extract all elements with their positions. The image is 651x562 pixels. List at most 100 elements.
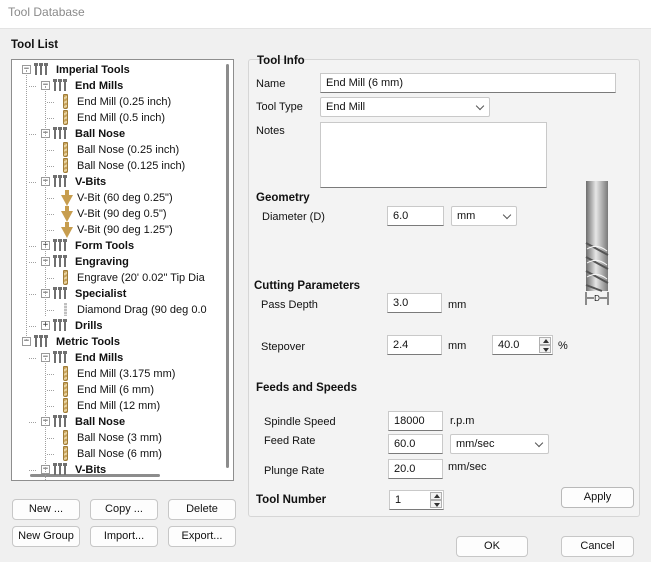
spindle-speed-label: Spindle Speed — [264, 416, 336, 428]
tree-guide-line — [45, 86, 46, 316]
tree-group[interactable]: − Ball Nose — [12, 126, 217, 142]
tree-tool-item[interactable]: Ball Nose (0.25 inch) — [12, 142, 217, 158]
tree-tool-item[interactable]: Engrave (20' 0.02" Tip Dia — [12, 270, 217, 286]
tree-connector — [47, 102, 54, 103]
apply-button[interactable]: Apply — [561, 487, 634, 508]
tree-item-label: V-Bit (60 deg 0.25") — [77, 192, 173, 204]
tree-tool-item[interactable]: V-Bit (90 deg 1.25") — [12, 222, 217, 238]
tree-tool-item[interactable]: End Mill (12 mm) — [12, 398, 217, 414]
tree-group[interactable]: − V-Bits — [12, 462, 217, 478]
expand-icon[interactable]: + — [41, 321, 50, 330]
tool-group-icon — [53, 175, 70, 189]
tree-item-label: Imperial Tools — [56, 64, 130, 76]
tool-number-input[interactable]: 1 — [389, 490, 444, 510]
tree-group[interactable]: + Drills — [12, 318, 217, 334]
tree-connector — [47, 374, 54, 375]
dialog-client: Tool List − Imperial Tools − End Mills End M… — [0, 28, 651, 562]
tree-tool-item[interactable]: Ball Nose (6 mm) — [12, 446, 217, 462]
new-group-button[interactable]: New Group — [12, 526, 80, 547]
ball-nose-icon — [63, 158, 68, 173]
copy-tool-button[interactable]: Copy ... — [90, 499, 158, 520]
spindle-speed-input[interactable]: 18000 — [388, 411, 443, 431]
tree-item-label: V-Bits — [75, 176, 107, 188]
plunge-rate-input[interactable]: 20.0 — [388, 459, 443, 479]
tree-group[interactable]: − V-Bits — [12, 174, 217, 190]
spindle-speed-unit: r.p.m — [450, 415, 475, 427]
end-mill-icon — [63, 382, 68, 397]
spin-up-icon[interactable] — [430, 492, 442, 500]
tool-name-input[interactable]: End Mill (6 mm) — [320, 73, 616, 93]
spin-down-icon[interactable] — [539, 345, 551, 353]
chevron-down-icon — [534, 438, 544, 448]
tool-tree[interactable]: − Imperial Tools − End Mills End Mill (0.25 … — [11, 59, 234, 481]
tree-tool-item[interactable]: V-Bit (60 deg 0.25") — [12, 190, 217, 206]
tree-group[interactable]: − End Mills — [12, 78, 217, 94]
tool-type-select[interactable]: End Mill — [320, 97, 490, 117]
tree-item-label: End Mills — [75, 352, 124, 364]
tree-connector — [29, 422, 36, 423]
tree-group[interactable]: − Imperial Tools — [12, 62, 217, 78]
diameter-units-select[interactable]: mm — [451, 206, 517, 226]
tree-item-label: V-Bit (90 deg 0.5") — [77, 208, 167, 220]
end-mill-icon — [63, 94, 68, 109]
tree-tool-item[interactable]: Ball Nose (0.125 inch) — [12, 158, 217, 174]
ok-button[interactable]: OK — [456, 536, 528, 557]
stepover-input[interactable]: 2.4 — [387, 335, 442, 355]
feed-rate-input[interactable]: 60.0 — [388, 434, 443, 454]
cancel-button[interactable]: Cancel — [561, 536, 634, 557]
tree-connector — [47, 118, 54, 119]
import-button[interactable]: Import... — [90, 526, 158, 547]
chevron-down-icon — [475, 101, 485, 111]
tree-tool-item[interactable]: V-Bit (90 deg 0.5") — [12, 206, 217, 222]
tree-tool-item[interactable]: End Mill (0.25 inch) — [12, 94, 217, 110]
tree-connector — [29, 470, 36, 471]
export-button[interactable]: Export... — [168, 526, 236, 547]
stepover-percent-input[interactable]: 40.0 — [492, 335, 553, 355]
tree-group[interactable]: − Metric Tools — [12, 334, 217, 350]
tree-guide-line — [26, 70, 27, 340]
tree-connector — [47, 230, 54, 231]
tree-group[interactable]: − End Mills — [12, 350, 217, 366]
tree-vertical-scrollbar[interactable] — [226, 64, 229, 468]
tool-number-label: Tool Number — [256, 494, 327, 506]
vbit-icon — [61, 206, 73, 222]
tree-group[interactable]: − Engraving — [12, 254, 217, 270]
vbit-icon — [61, 222, 73, 238]
tree-tool-item[interactable]: Ball Nose (3 mm) — [12, 430, 217, 446]
stepover-percent-spinner[interactable] — [539, 337, 551, 353]
tree-connector — [47, 438, 54, 439]
diameter-diagram-label: D — [594, 294, 600, 303]
tree-item-label: End Mills — [75, 80, 124, 92]
tree-group[interactable]: − Ball Nose — [12, 414, 217, 430]
tree-item-label: Ball Nose (0.125 inch) — [77, 160, 186, 172]
tool-info-heading: Tool Info — [257, 55, 305, 67]
tree-tool-item[interactable]: End Mill (6 mm) — [12, 382, 217, 398]
tree-tool-item[interactable]: End Mill (0.5 inch) — [12, 110, 217, 126]
diamond-drag-icon — [64, 303, 67, 316]
tree-tool-item[interactable]: End Mill (3.175 mm) — [12, 366, 217, 382]
tool-list-heading: Tool List — [11, 39, 59, 51]
spin-down-icon[interactable] — [430, 500, 442, 508]
tree-tool-item[interactable]: Diamond Drag (90 deg 0.0 — [12, 302, 217, 318]
tree-item-label: Form Tools — [75, 240, 135, 252]
tree-connector — [29, 86, 36, 87]
tree-item-label: Metric Tools — [56, 336, 120, 348]
delete-tool-button[interactable]: Delete — [168, 499, 236, 520]
window-title: Tool Database — [8, 5, 85, 19]
pass-depth-input[interactable]: 3.0 — [387, 293, 442, 313]
tool-number-spinner[interactable] — [430, 492, 442, 508]
tree-item-label: End Mill (12 mm) — [77, 400, 161, 412]
diameter-input[interactable]: 6.0 — [387, 206, 444, 226]
feed-rate-units-select[interactable]: mm/sec — [450, 434, 549, 454]
spin-up-icon[interactable] — [539, 337, 551, 345]
tree-item-label: Engraving — [75, 256, 129, 268]
stepover-percent-unit: % — [558, 340, 568, 352]
tree-group[interactable]: + Form Tools — [12, 238, 217, 254]
tree-connector — [47, 198, 54, 199]
notes-textarea[interactable] — [320, 122, 547, 188]
tree-item-label: Specialist — [75, 288, 127, 300]
tree-item-label: Ball Nose (0.25 inch) — [77, 144, 180, 156]
tree-group[interactable]: − Specialist — [12, 286, 217, 302]
tree-connector — [47, 214, 54, 215]
new-tool-button[interactable]: New ... — [12, 499, 80, 520]
